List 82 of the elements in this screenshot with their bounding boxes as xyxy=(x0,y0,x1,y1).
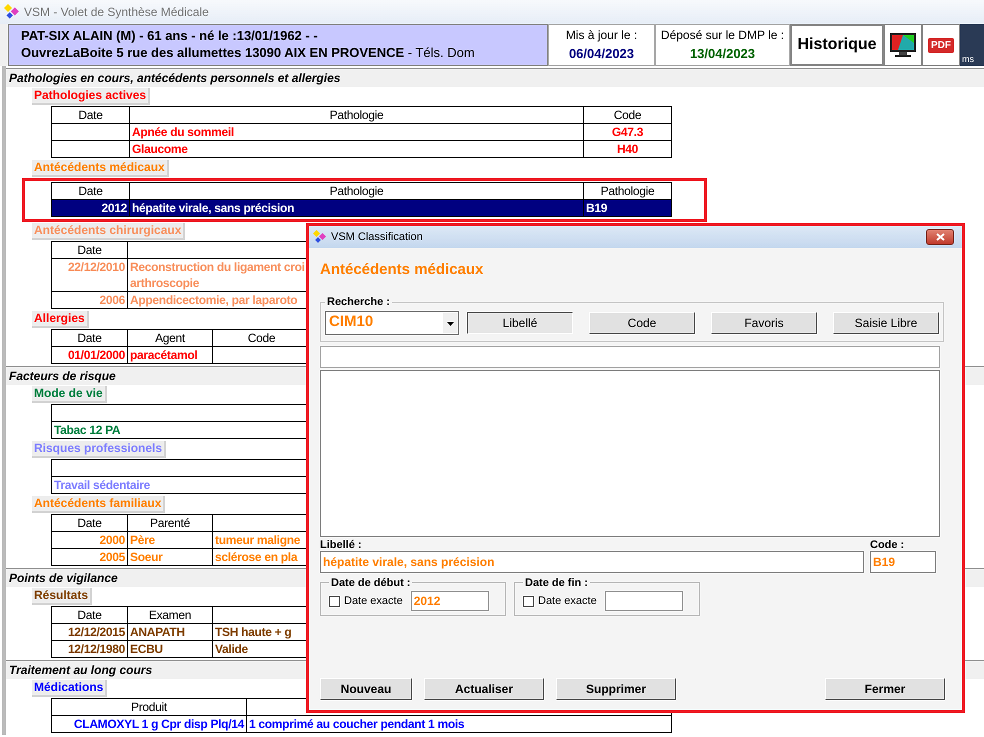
window-title: VSM - Volet de Synthèse Médicale xyxy=(24,4,209,21)
toolbar-icon[interactable]: ms xyxy=(960,24,984,66)
update-label: Mis à jour le : xyxy=(566,27,638,44)
table-cell: ECBU xyxy=(128,641,213,657)
patient-address: OuvrezLaBoite 5 rue des allumettes 13090 AIX EN PROVENCE - Téls. Dom xyxy=(21,44,476,61)
section-label: Pathologies actives xyxy=(32,88,150,105)
column-header: Pathologie xyxy=(130,107,584,123)
search-field[interactable] xyxy=(320,346,940,368)
dmp-date: 13/04/2023 xyxy=(690,45,756,64)
checkbox-label: Date exacte xyxy=(344,594,403,609)
dmp-label: Déposé sur le DMP le : xyxy=(660,27,784,44)
column-header: Date xyxy=(52,107,130,123)
column-header: Code xyxy=(584,107,672,123)
column-header: Date xyxy=(52,607,128,623)
table-cell: 2005 xyxy=(52,549,128,565)
close-button[interactable] xyxy=(926,229,954,245)
monitor-icon xyxy=(889,32,917,58)
dialog-button[interactable]: Nouveau xyxy=(320,678,412,700)
table-cell: 1 comprimé au coucher pendant 1 mois xyxy=(247,716,672,732)
table-cell: Soeur xyxy=(128,549,213,565)
checkbox[interactable] xyxy=(329,596,340,606)
dialog-title: VSM Classification xyxy=(331,230,423,245)
dialog-heading: Antécédents médicaux xyxy=(320,260,484,280)
field-label: Libellé : xyxy=(320,538,363,550)
close-icon xyxy=(936,233,944,241)
dialog-button[interactable]: Actualiser xyxy=(424,678,544,700)
column-header: Date xyxy=(52,515,128,531)
table-cell: 12/12/1980 xyxy=(52,641,128,657)
table-cell: Apnée du sommeil xyxy=(130,124,584,140)
update-date: 06/04/2023 xyxy=(568,45,634,64)
table-cell: hépatite virale, sans précision xyxy=(130,200,584,216)
dialog-button[interactable]: Saisie Libre xyxy=(833,312,939,334)
table-cell: 2006 xyxy=(52,292,128,308)
section-label: Médications xyxy=(32,680,108,697)
dialog-button[interactable]: Supprimer xyxy=(556,678,676,700)
table-cell: B19 xyxy=(584,200,672,216)
field-label: Code : xyxy=(870,538,906,550)
table-cell: Glaucome xyxy=(130,141,584,157)
group-header: Pathologies en cours, antécédents personnels et allergies xyxy=(6,68,984,87)
date-field[interactable] xyxy=(604,591,683,611)
monitor-button[interactable] xyxy=(884,24,922,66)
table-cell: 12/12/2015 xyxy=(52,624,128,640)
caret-icon xyxy=(443,312,458,332)
column-header: Date xyxy=(52,183,130,199)
table-cell: 2012 xyxy=(52,200,130,216)
section-label: Résultats xyxy=(32,588,92,605)
section-label: Risques professionels xyxy=(32,441,166,458)
checkbox[interactable] xyxy=(523,596,534,606)
section-label: Antécédents chirurgicaux xyxy=(32,223,186,240)
patient-identity: PAT-SIX ALAIN (M) - 61 ans - né le :13/01/1962 - - xyxy=(21,27,319,44)
table-cell: CLAMOXYL 1 g Cpr disp Plq/14 xyxy=(52,716,247,732)
history-button[interactable]: Historique xyxy=(790,24,884,66)
column-header: Date xyxy=(52,242,128,258)
dialog-button[interactable]: Fermer xyxy=(825,678,945,700)
table-cell: 2000 xyxy=(52,532,128,548)
section-label: Mode de vie xyxy=(32,386,107,403)
table-cell: G47.3 xyxy=(584,124,672,140)
app-logo-icon xyxy=(4,4,20,20)
column-header: Pathologie xyxy=(584,183,672,199)
table-cell: ANAPATH xyxy=(128,624,213,640)
column-header: Agent xyxy=(128,330,213,346)
dialog-button[interactable]: Libellé xyxy=(467,312,573,334)
column-header: Examen xyxy=(128,607,213,623)
app-logo-icon xyxy=(313,230,327,244)
table-cell: paracétamol xyxy=(128,347,213,363)
dialog-button[interactable]: Code xyxy=(589,312,695,334)
pdf-button[interactable]: PDF xyxy=(922,24,960,66)
table-cell: 01/01/2000 xyxy=(52,347,128,363)
section-label: Antécédents médicaux xyxy=(32,160,169,177)
column-header: Pathologie xyxy=(130,183,584,199)
section-label: Antécédents familiaux xyxy=(32,496,166,513)
column-header: Parenté xyxy=(128,515,213,531)
dialog-button[interactable]: Favoris xyxy=(711,312,817,334)
group-legend: Recherche : xyxy=(325,294,392,310)
column-header: Date xyxy=(52,330,128,346)
section-label: Allergies xyxy=(32,311,89,328)
column-header: Produit xyxy=(52,699,247,715)
table-cell: 22/12/2010 xyxy=(52,259,128,291)
checkbox-label: Date exacte xyxy=(538,594,597,609)
table-cell: Père xyxy=(128,532,213,548)
table-cell: H40 xyxy=(584,141,672,157)
pdf-icon: PDF xyxy=(928,38,954,52)
